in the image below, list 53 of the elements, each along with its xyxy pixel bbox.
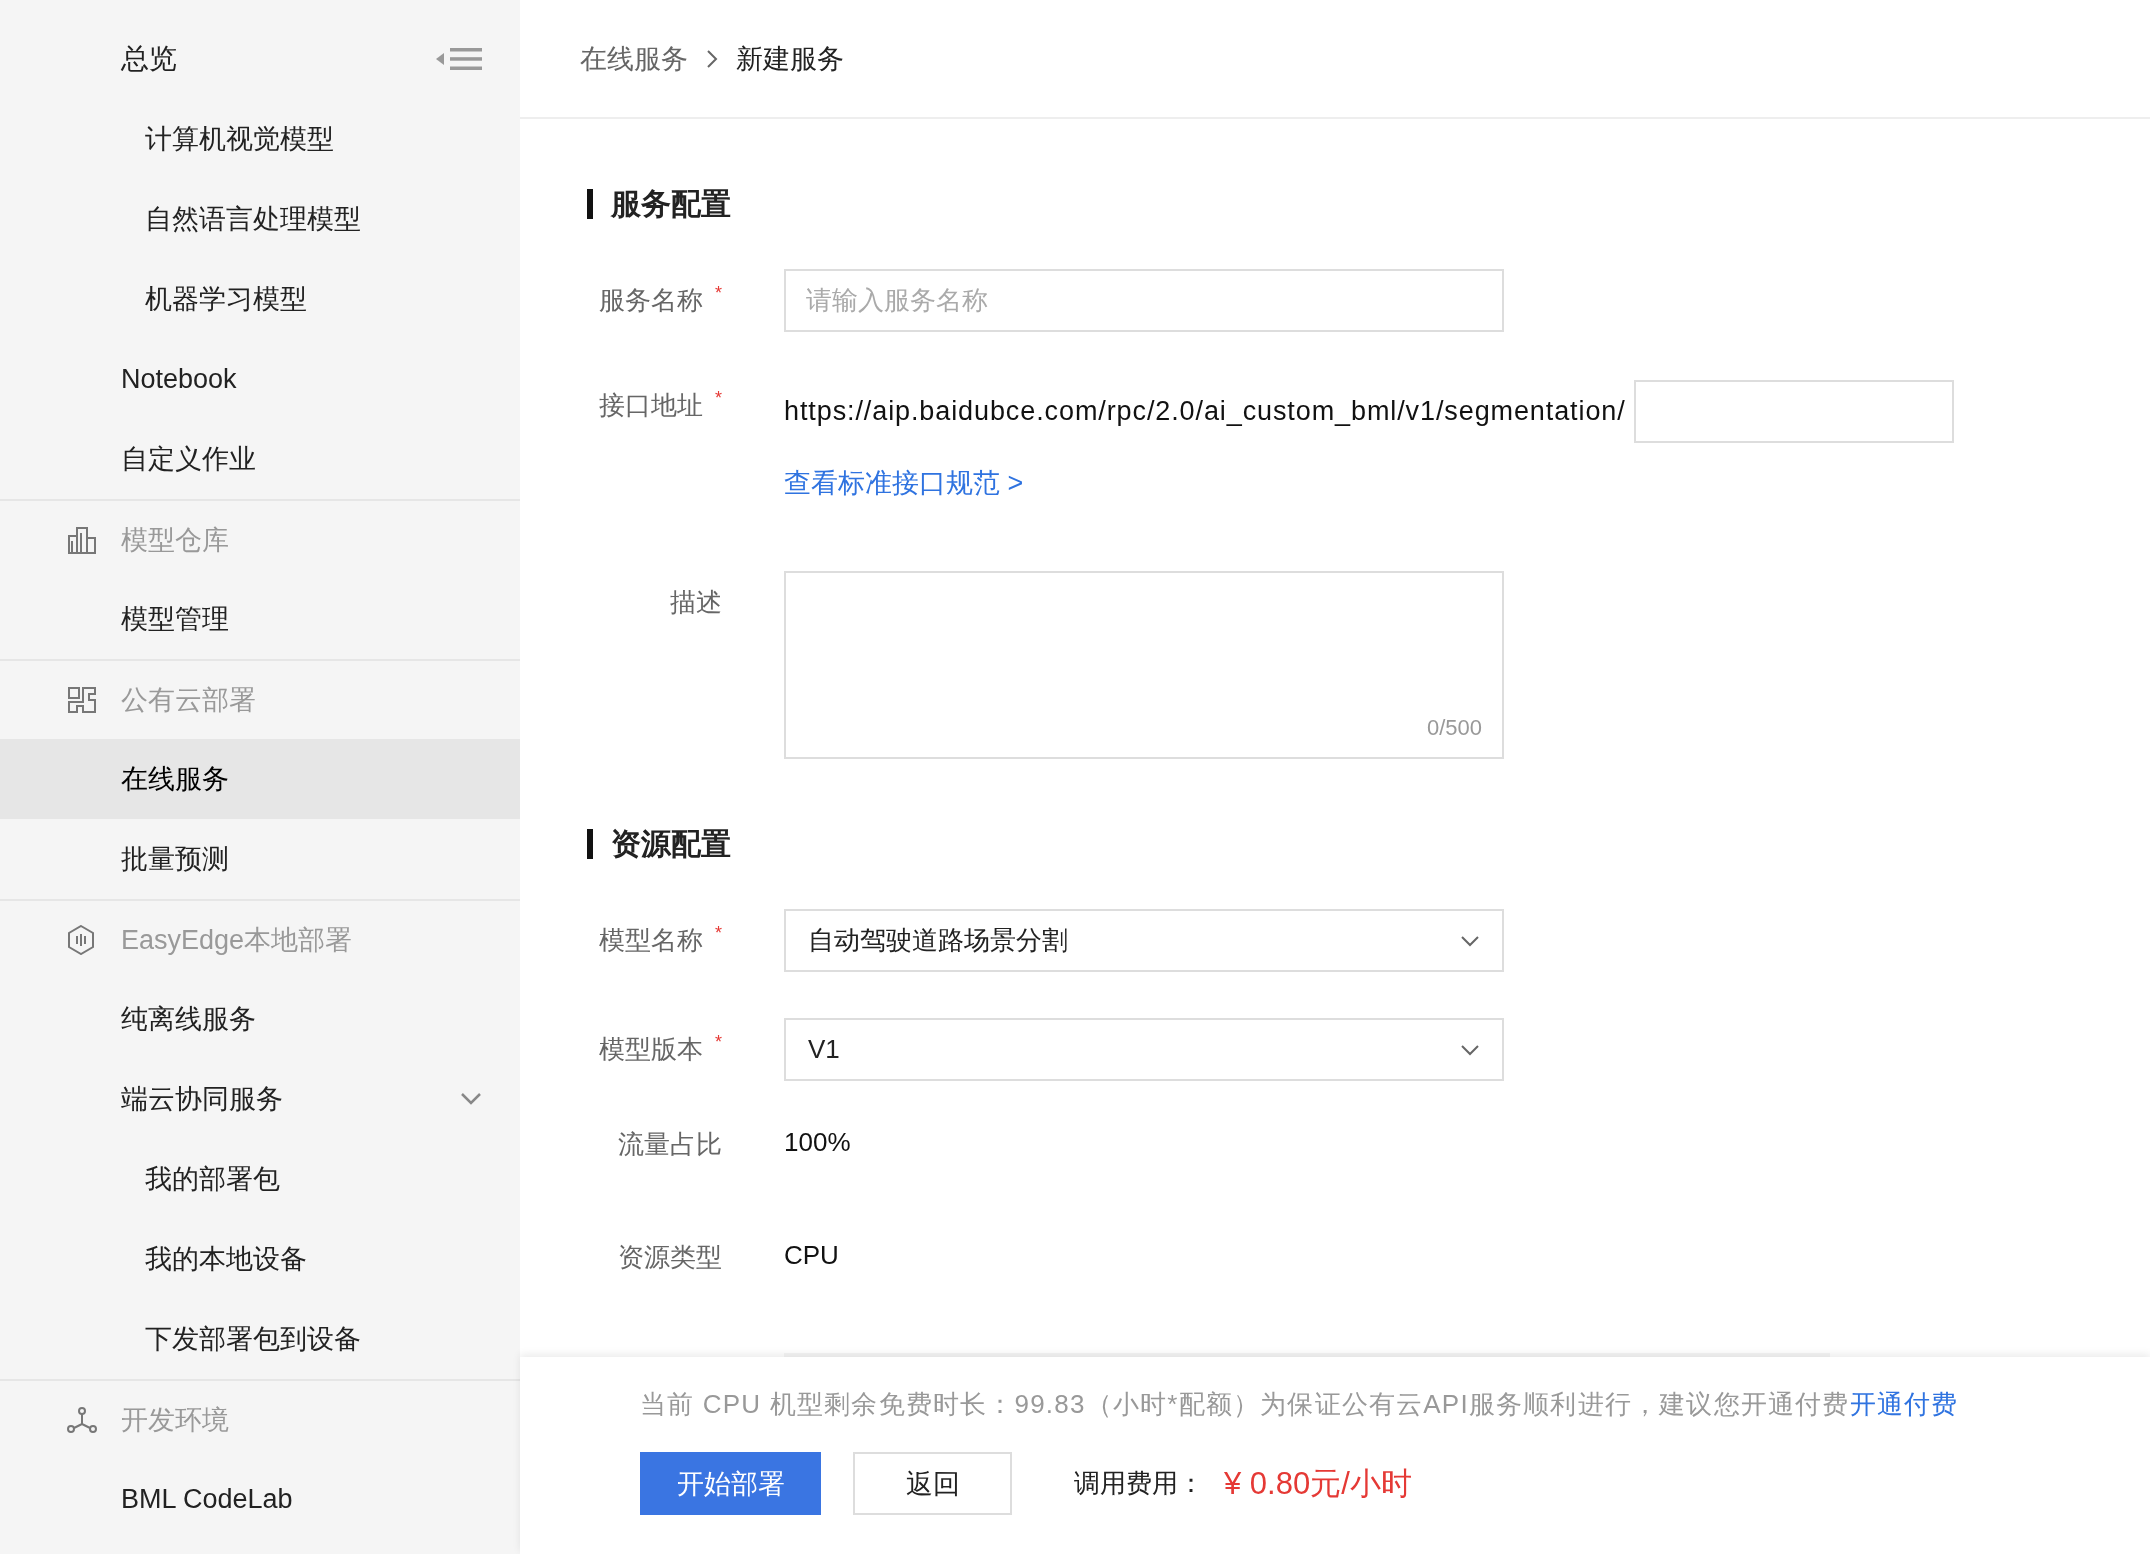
section-title: 资源配置 xyxy=(587,829,2150,859)
chevron-down-icon xyxy=(1460,934,1480,947)
required-mark: * xyxy=(715,388,722,409)
nav-item[interactable]: 机器学习模型 xyxy=(0,259,520,339)
building-icon xyxy=(67,526,97,554)
field-label: 服务名称 xyxy=(599,284,703,317)
field-label: 资源类型 xyxy=(618,1241,722,1274)
field-label: 描述 xyxy=(670,586,722,619)
api-spec-link[interactable]: 查看标准接口规范 > xyxy=(784,465,1024,501)
chevron-down-icon xyxy=(1460,1043,1480,1056)
selected-nav-item[interactable]: 在线服务 xyxy=(0,739,520,819)
nav-item[interactable]: 模型管理 xyxy=(0,579,520,659)
chevron-right-icon xyxy=(706,48,718,69)
field-value: 100% xyxy=(784,1127,851,1157)
field-label: 模型版本 xyxy=(599,1033,703,1066)
nav-item[interactable]: 端云协同服务 xyxy=(0,1059,520,1139)
field-label: 模型名称 xyxy=(599,924,703,957)
nav-item[interactable]: 下发部署包到设备 xyxy=(0,1299,520,1379)
service-name-field[interactable]: 请输入服务名称 xyxy=(784,269,1504,332)
dropdown-field[interactable]: 自动驾驶道路场景分割 xyxy=(784,909,1504,972)
nav-item[interactable]: 自定义作业 xyxy=(0,419,520,499)
nav-item[interactable]: 我的本地设备 xyxy=(0,1219,520,1299)
required-mark: * xyxy=(715,1032,722,1053)
nodes-icon xyxy=(67,1406,97,1434)
url-prefix: https://aip.baidubce.com/rpc/2.0/ai_custom_bml/v1/segmentation/ xyxy=(784,396,1626,427)
deploy-button[interactable]: 开始部署 xyxy=(640,1452,821,1515)
required-mark: * xyxy=(715,923,722,944)
nav-item[interactable]: 批量预测 xyxy=(0,819,520,899)
nav-item[interactable]: 纯离线服务 xyxy=(0,979,520,1059)
char-counter: 0/500 xyxy=(1426,715,1482,741)
field-label: 接口地址 xyxy=(599,389,703,422)
enable-payment-link[interactable]: 开通付费 xyxy=(1849,1389,1959,1419)
nav-item[interactable]: 自然语言处理模型 xyxy=(0,179,520,259)
dropdown-field[interactable]: V1 xyxy=(784,1018,1504,1081)
section-title: 服务配置 xyxy=(587,189,2150,219)
cost-value: ¥ 0.80元/小时 xyxy=(1224,1464,1412,1503)
nav-item[interactable]: Notebook xyxy=(0,339,520,419)
nav-item[interactable]: 我的部署包 xyxy=(0,1139,520,1219)
field-label: 流量占比 xyxy=(618,1128,722,1161)
nav-item[interactable]: 计算机视觉模型 xyxy=(0,99,520,179)
back-button[interactable]: 返回 xyxy=(853,1452,1012,1515)
nav-item[interactable]: BML CodeLab xyxy=(0,1459,520,1539)
url-suffix-field[interactable] xyxy=(1633,380,1954,443)
blocks-icon xyxy=(67,686,97,714)
breadcrumb-current: 新建服务 xyxy=(736,42,844,76)
cost-label: 调用费用： xyxy=(1074,1467,1204,1500)
field-value: CPU xyxy=(784,1240,839,1270)
nav-item[interactable]: 总览 xyxy=(121,40,177,78)
breadcrumb-link[interactable]: 在线服务 xyxy=(580,40,688,77)
chevron-down-icon[interactable] xyxy=(460,1092,482,1106)
free-quota-notice: 当前 CPU 机型剩余免费时长：99.83（小时*配额）为保证公有云API服务顺利进行，建议您开通付费开通付费 xyxy=(640,1388,1960,1421)
hexagon-icon xyxy=(67,925,95,955)
required-mark: * xyxy=(715,283,722,304)
